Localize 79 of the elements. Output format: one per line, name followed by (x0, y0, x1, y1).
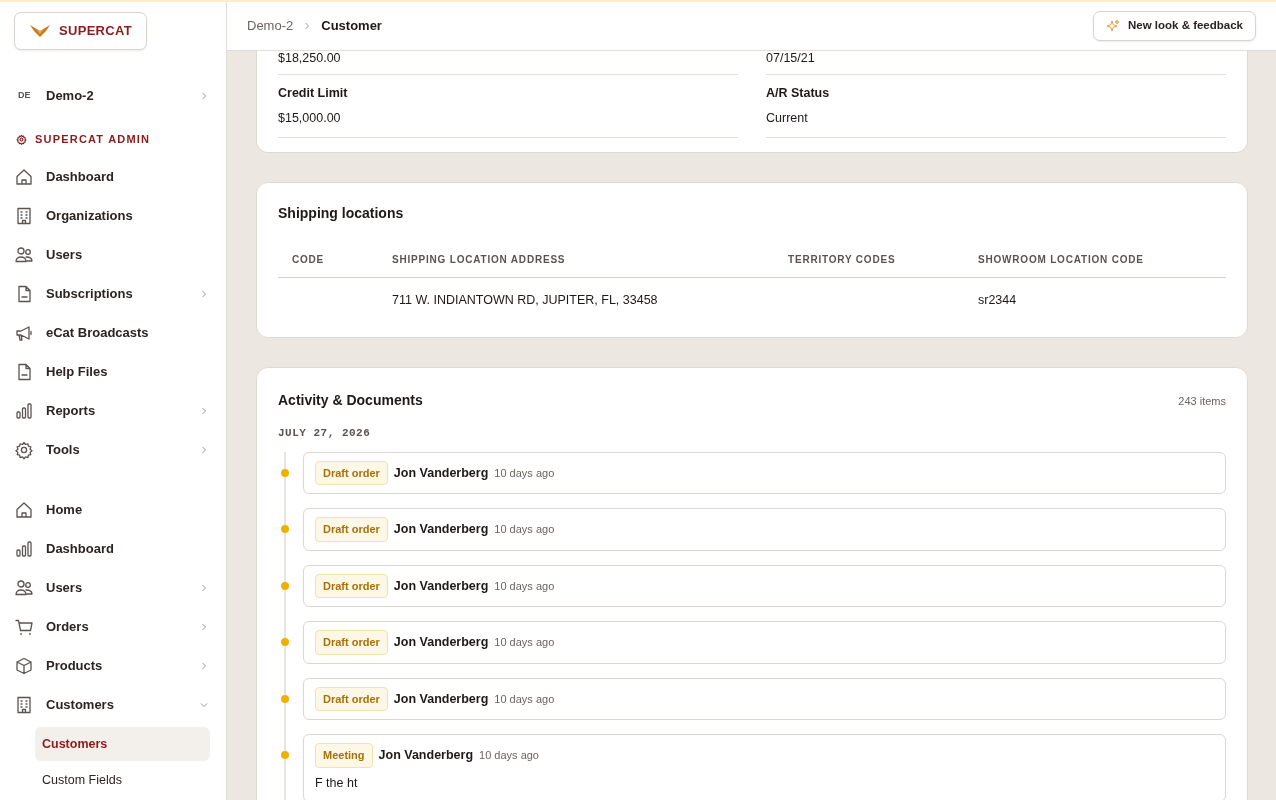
sidebar-item[interactable]: Customers (14, 685, 218, 725)
activity-tag: Draft order (315, 686, 388, 712)
card-title: Activity & Documents (278, 391, 423, 411)
timeline-dot (281, 468, 289, 477)
timeline-dot (281, 525, 289, 534)
author-name: Jon Vanderberg (393, 690, 489, 708)
activity-tag: Draft order (315, 573, 388, 599)
sidebar-item[interactable]: Dashboard (14, 157, 218, 197)
timestamp: 10 days ago (479, 748, 539, 764)
field-label: A/R Status (766, 85, 831, 102)
sidebar-item[interactable]: Subscriptions (14, 274, 218, 314)
building-icon (14, 695, 34, 715)
sidebar-subitem[interactable]: Customers (35, 726, 210, 762)
author-name: Jon Vanderberg (393, 521, 489, 539)
item-count: 243 items (1178, 393, 1226, 409)
breadcrumb-current: Customer (321, 17, 382, 36)
table-cell: 711 W. INDIANTOWN RD, JUPITER, FL, 33458 (378, 277, 774, 322)
field-label: Credit Limit (278, 85, 349, 102)
sidebar-item[interactable]: Home (14, 490, 218, 530)
sidebar-item[interactable]: Products (14, 646, 218, 686)
column-header: SHIPPING LOCATION ADDRESS (378, 241, 774, 277)
field-value: 07/15/21 (766, 51, 816, 65)
timestamp: 10 days ago (494, 522, 555, 538)
chevron-right-icon (200, 91, 208, 100)
author-name: Jon Vanderberg (393, 464, 489, 482)
activity-note: F the ht (315, 774, 359, 792)
card-title: Shipping locations (278, 203, 405, 223)
people-icon (14, 245, 34, 265)
sidebar-item[interactable]: Tools (14, 430, 218, 470)
activity-tag: Draft order (315, 517, 388, 542)
timeline-dot (281, 638, 289, 647)
breadcrumb-link[interactable]: Demo-2 (247, 16, 294, 36)
house-icon (14, 500, 34, 520)
gear-icon (16, 134, 27, 145)
activity-tag: Draft order (315, 460, 388, 486)
sidebar-item[interactable]: Reports (14, 391, 218, 431)
bar-chart-icon (14, 401, 34, 421)
column-header: SHOWROOM LOCATION CODE (964, 241, 1226, 277)
author-name: Jon Vanderberg (393, 634, 489, 652)
sidebar-item[interactable]: eCat Broadcasts (14, 313, 218, 353)
organization-switcher[interactable]: DE Demo-2 (14, 77, 218, 114)
author-name: Jon Vanderberg (393, 577, 489, 595)
house-icon (14, 167, 34, 187)
sidebar-item[interactable]: Organizations (14, 196, 218, 236)
sidebar-subitem[interactable]: Custom Fields (35, 763, 210, 798)
sidebar-item[interactable]: Dashboard (14, 529, 218, 569)
bar-chart-icon (14, 539, 34, 559)
timestamp: 10 days ago (494, 635, 555, 651)
sidebar-item[interactable]: Orders (14, 607, 218, 647)
column-header: TERRITORY CODES (774, 241, 964, 277)
box-icon (14, 656, 34, 676)
building-icon (14, 206, 34, 226)
feedback-button[interactable]: New look & feedback (1092, 11, 1256, 41)
column-header: CODE (278, 241, 378, 277)
field-value: Current (766, 109, 809, 127)
cart-icon (14, 617, 34, 637)
activity-tag: Meeting (315, 743, 373, 768)
timestamp: 10 days ago (494, 691, 555, 707)
people-icon (14, 578, 34, 598)
timestamp: 10 days ago (494, 578, 555, 594)
author-name: Jon Vanderberg (378, 747, 474, 765)
field-value: $18,250.00 (278, 51, 342, 65)
timeline-dot (281, 581, 289, 590)
sidebar-item[interactable]: Users (14, 568, 218, 608)
section-title: SUPERCAT ADMIN (35, 132, 151, 148)
sidebar-item[interactable]: Users (14, 235, 218, 275)
table-cell: sr2344 (964, 277, 1226, 322)
gear-icon (14, 440, 34, 460)
chevron-right-icon (303, 22, 312, 30)
activity-tag: Draft order (315, 630, 388, 655)
date-heading: JULY 27, 2026 (278, 426, 372, 442)
timeline-dot (281, 694, 289, 703)
logo-button[interactable]: SUPERCAT (14, 12, 147, 50)
sparkle-icon (1105, 19, 1120, 33)
field-value: $15,000.00 (278, 109, 342, 127)
timeline-dot (281, 751, 289, 760)
sidebar-item[interactable]: Help Files (14, 352, 218, 392)
logo-icon (29, 23, 51, 38)
timestamp: 10 days ago (494, 465, 555, 481)
